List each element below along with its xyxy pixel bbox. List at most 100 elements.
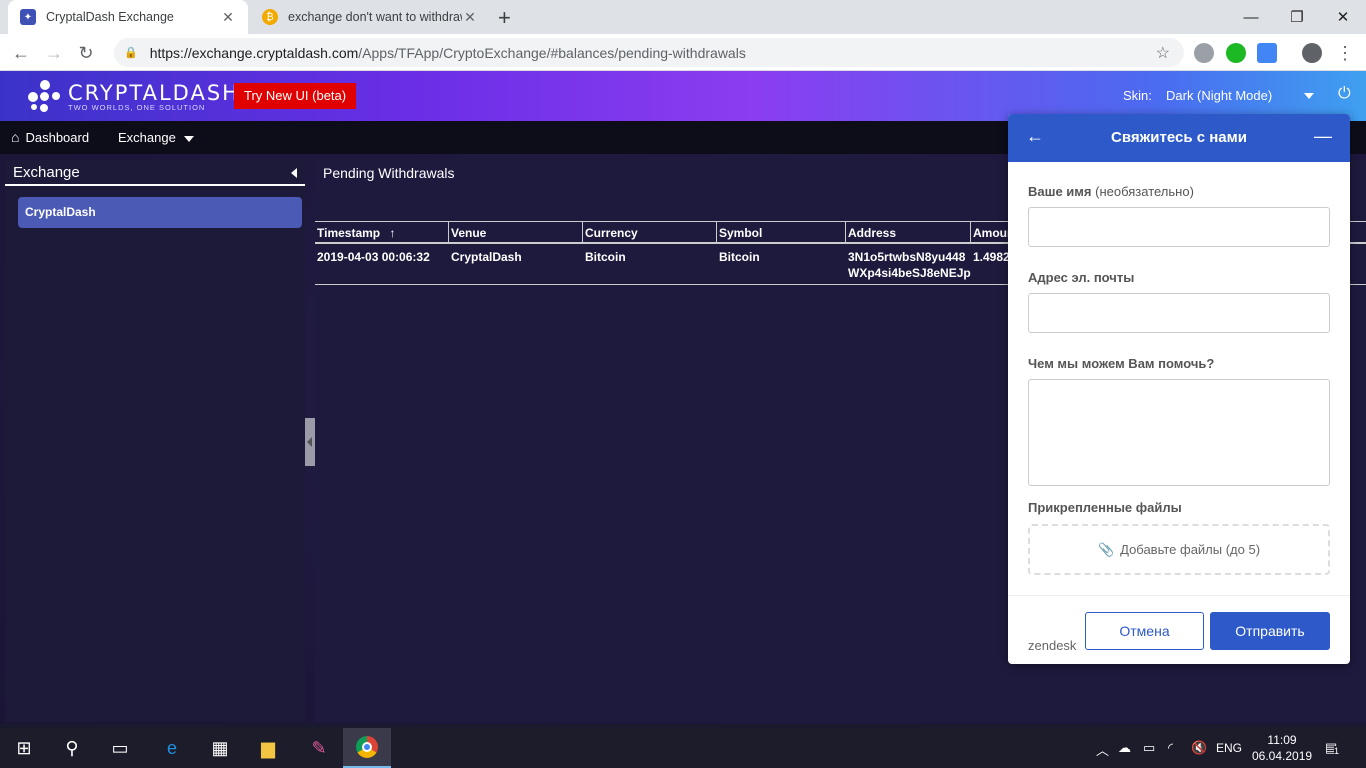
- power-extension-icon[interactable]: [1226, 43, 1246, 63]
- browser-tab-exchange-question[interactable]: ₿ exchange don't want to withdraw ✕: [250, 0, 490, 34]
- cancel-button[interactable]: Отмена: [1085, 612, 1204, 650]
- zendesk-footer: zendesk Отмена Отправить: [1008, 595, 1350, 664]
- paint-app-icon[interactable]: ✎: [295, 728, 343, 768]
- notification-count: 1: [1334, 746, 1340, 756]
- cell-timestamp: 2019-04-03 00:06:32: [317, 250, 430, 264]
- nav-exchange-label: Exchange: [118, 130, 176, 145]
- new-tab-icon[interactable]: +: [498, 5, 511, 31]
- address-line-2: WXp4si4beSJ8eNEJp: [848, 266, 971, 280]
- windows-taskbar: ⊞ ⚲ ▭ e ▦ ▆ ✎ ︿ ☁ ▭ ◜ 🔇 ENG 11:09 06.04.…: [0, 728, 1366, 768]
- zendesk-header: ← Свяжитесь с нами —: [1008, 114, 1350, 162]
- search-icon[interactable]: ⚲: [48, 728, 96, 768]
- add-files-button[interactable]: 📎 Добавьте файлы (до 5): [1028, 524, 1330, 575]
- language-indicator[interactable]: ENG: [1216, 741, 1242, 755]
- browser-tabbar: ✦ CryptalDash Exchange ✕ ₿ exchange don'…: [0, 0, 1366, 34]
- chevron-down-icon[interactable]: [1304, 93, 1314, 99]
- send-button[interactable]: Отправить: [1210, 612, 1330, 650]
- translate-extension-icon[interactable]: [1257, 43, 1277, 63]
- bookmark-star-icon[interactable]: ☆: [1156, 43, 1170, 63]
- taskbar-clock[interactable]: 11:09 06.04.2019: [1252, 732, 1312, 764]
- skin-label: Skin:: [1123, 88, 1152, 103]
- cryptaldash-logo[interactable]: CRYPTALDASH TWO WORLDS, ONE SOLUTION: [28, 80, 240, 114]
- browser-toolbar: ← → ↻ 🔒 https://exchange.cryptaldash.com…: [0, 34, 1366, 71]
- close-tab-icon[interactable]: ✕: [462, 9, 478, 26]
- close-window-icon[interactable]: ✕: [1320, 0, 1366, 34]
- cryptaldash-favicon-icon: ✦: [20, 9, 36, 25]
- forward-icon[interactable]: →: [43, 42, 65, 64]
- zendesk-brand-link[interactable]: zendesk: [1028, 638, 1076, 653]
- reload-icon[interactable]: ↻: [75, 42, 97, 64]
- close-tab-icon[interactable]: ✕: [220, 9, 236, 26]
- column-header-venue[interactable]: Venue: [449, 222, 583, 244]
- caret-down-icon: [183, 135, 194, 142]
- onedrive-cloud-icon[interactable]: ☁: [1118, 740, 1131, 756]
- name-label-text: Ваше имя: [1028, 184, 1092, 199]
- nav-dashboard-label: Dashboard: [25, 130, 90, 145]
- profile-icon[interactable]: [1302, 43, 1322, 63]
- nav-dashboard[interactable]: ⌂ Dashboard: [11, 121, 89, 154]
- logo-name: CRYPTALDASH: [68, 80, 240, 105]
- column-header-symbol[interactable]: Symbol: [717, 222, 846, 244]
- tray-chevron-up-icon[interactable]: ︿: [1096, 740, 1109, 759]
- bitcoin-favicon-icon: ₿: [262, 9, 278, 25]
- restore-icon[interactable]: ❐: [1274, 0, 1320, 34]
- volume-muted-icon[interactable]: 🔇: [1191, 740, 1207, 756]
- address-bar[interactable]: 🔒 https://exchange.cryptaldash.com /Apps…: [114, 38, 1184, 67]
- column-header-address[interactable]: Address: [846, 222, 971, 244]
- chrome-logo-icon: [356, 736, 378, 758]
- name-input[interactable]: [1028, 207, 1330, 247]
- clock-date: 06.04.2019: [1252, 749, 1313, 763]
- battery-icon[interactable]: ▭: [1143, 740, 1155, 756]
- add-files-label: Добавьте файлы (до 5): [1120, 542, 1261, 557]
- sidebar: Exchange CryptalDash: [5, 160, 305, 722]
- sidebar-item-cryptaldash[interactable]: CryptalDash: [18, 197, 302, 228]
- edge-browser-icon[interactable]: e: [148, 728, 196, 768]
- chrome-taskbar-icon[interactable]: [343, 728, 391, 768]
- attachments-label: Прикрепленные файлы: [1028, 500, 1182, 515]
- lock-icon: 🔒: [124, 47, 138, 59]
- message-textarea[interactable]: [1028, 379, 1330, 486]
- minimize-icon[interactable]: —: [1228, 0, 1274, 34]
- column-label: Timestamp: [317, 226, 381, 240]
- zendesk-contact-widget: ← Свяжитесь с нами — Ваше имя (необязате…: [1008, 114, 1350, 664]
- skin-select[interactable]: Dark (Night Mode): [1166, 88, 1272, 103]
- windows-start-icon[interactable]: ⊞: [0, 728, 48, 768]
- globe-extension-icon[interactable]: [1194, 43, 1214, 63]
- menu-kebab-icon[interactable]: ⋮: [1334, 42, 1356, 64]
- cell-venue: CryptalDash: [451, 250, 522, 264]
- message-field-label: Чем мы можем Вам помочь?: [1028, 356, 1215, 371]
- collapse-left-icon[interactable]: [291, 168, 297, 178]
- column-header-currency[interactable]: Currency: [583, 222, 717, 244]
- name-field-label: Ваше имя (необязательно): [1028, 184, 1194, 199]
- logo-mark-icon: [28, 80, 62, 114]
- minimize-widget-icon[interactable]: —: [1314, 126, 1332, 147]
- back-icon[interactable]: ←: [10, 42, 32, 64]
- tab-title: CryptalDash Exchange: [46, 10, 174, 24]
- page-title: Pending Withdrawals: [323, 165, 455, 181]
- email-field-label: Адрес эл. почты: [1028, 270, 1135, 285]
- clock-time: 11:09: [1267, 733, 1297, 747]
- wifi-icon[interactable]: ◜: [1168, 740, 1173, 756]
- power-icon[interactable]: ⏻: [1338, 85, 1351, 103]
- sidebar-header: Exchange: [5, 160, 305, 186]
- cell-symbol: Bitcoin: [719, 250, 760, 264]
- action-center-icon[interactable]: ▤ 1: [1325, 740, 1340, 756]
- tab-title: exchange don't want to withdraw: [288, 10, 462, 24]
- optional-text: (необязательно): [1095, 184, 1194, 199]
- calculator-icon[interactable]: ▦: [196, 728, 244, 768]
- cell-currency: Bitcoin: [585, 250, 626, 264]
- email-input[interactable]: [1028, 293, 1330, 333]
- nav-exchange[interactable]: Exchange: [118, 121, 194, 154]
- file-explorer-icon[interactable]: ▆: [244, 728, 292, 768]
- home-icon: ⌂: [11, 129, 20, 145]
- browser-tab-cryptaldash[interactable]: ✦ CryptalDash Exchange ✕: [8, 0, 248, 34]
- sidebar-splitter-handle[interactable]: [305, 418, 315, 466]
- cell-amount: 1.4982: [973, 250, 1010, 264]
- task-view-icon[interactable]: ▭: [96, 728, 144, 768]
- try-new-ui-button[interactable]: Try New UI (beta): [234, 83, 357, 109]
- url-path: /Apps/TFApp/CryptoExchange/#balances/pen…: [358, 44, 746, 61]
- sort-ascending-icon: ↑: [389, 226, 396, 240]
- column-header-timestamp[interactable]: Timestamp ↑: [315, 222, 449, 244]
- paperclip-icon: 📎: [1097, 542, 1115, 557]
- url-host: https://exchange.cryptaldash.com: [149, 44, 359, 61]
